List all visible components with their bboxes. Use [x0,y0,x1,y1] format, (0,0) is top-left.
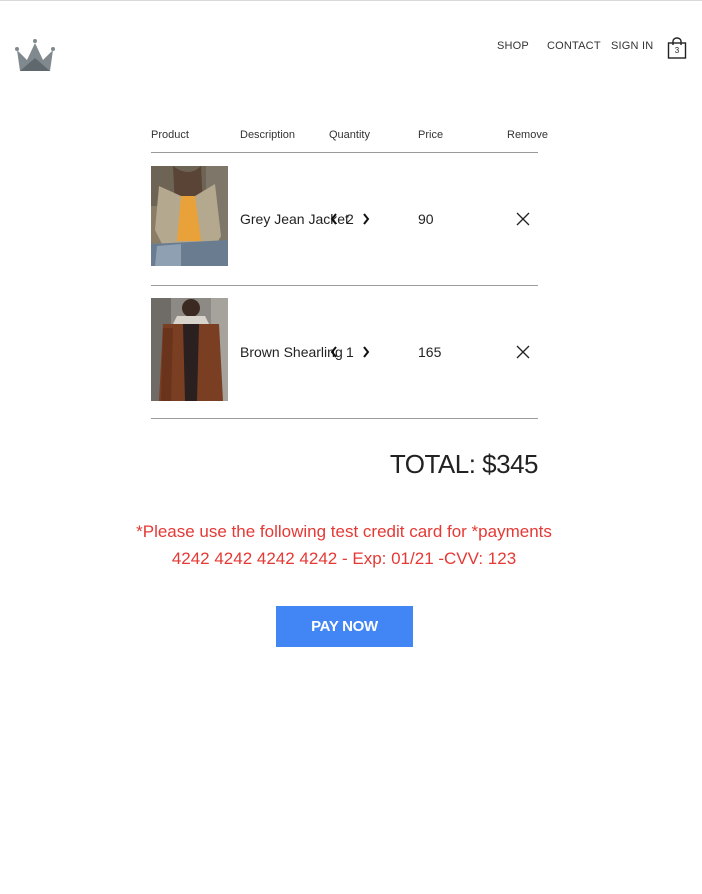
test-card-notice: *Please use the following test credit ca… [136,522,552,541]
nav-contact-link[interactable]: CONTACT [547,40,601,52]
header-divider [151,152,538,153]
item-quantity: 2 [346,211,354,227]
cart-total: TOTAL: $345 [389,449,539,479]
nav-sign-in-link[interactable]: SIGN IN [611,40,653,52]
remove-item-close-icon[interactable] [516,345,530,359]
shopping-bag-button[interactable]: 3 [667,37,687,59]
item-quantity: 1 [346,344,354,360]
row-divider [151,418,538,419]
item-description: Brown Shearling [240,344,343,360]
header-remove: Remove [507,129,548,141]
top-border [0,0,702,1]
increase-quantity-chevron-right-icon[interactable] [361,345,371,359]
cart-count-badge: 3 [674,46,680,55]
crown-logo-icon[interactable] [14,38,56,72]
row-divider [151,285,538,286]
header-price: Price [418,129,444,141]
pay-now-button[interactable]: PAY NOW [276,606,413,647]
product-image-grey-jean-jacket [151,166,228,266]
header-quantity: Quantity [329,129,370,141]
item-price: 90 [418,211,434,227]
header-description: Description [240,129,296,141]
decrease-quantity-chevron-left-icon[interactable] [329,345,339,359]
test-card-number: 4242 4242 4242 4242 - Exp: 01/21 -CVV: 1… [171,549,517,568]
increase-quantity-chevron-right-icon[interactable] [361,212,371,226]
decrease-quantity-chevron-left-icon[interactable] [329,212,339,226]
nav-shop-link[interactable]: SHOP [497,40,529,52]
item-price: 165 [418,344,442,360]
remove-item-close-icon[interactable] [516,212,530,226]
product-image-brown-shearling [151,298,228,401]
header-product: Product [151,129,189,141]
